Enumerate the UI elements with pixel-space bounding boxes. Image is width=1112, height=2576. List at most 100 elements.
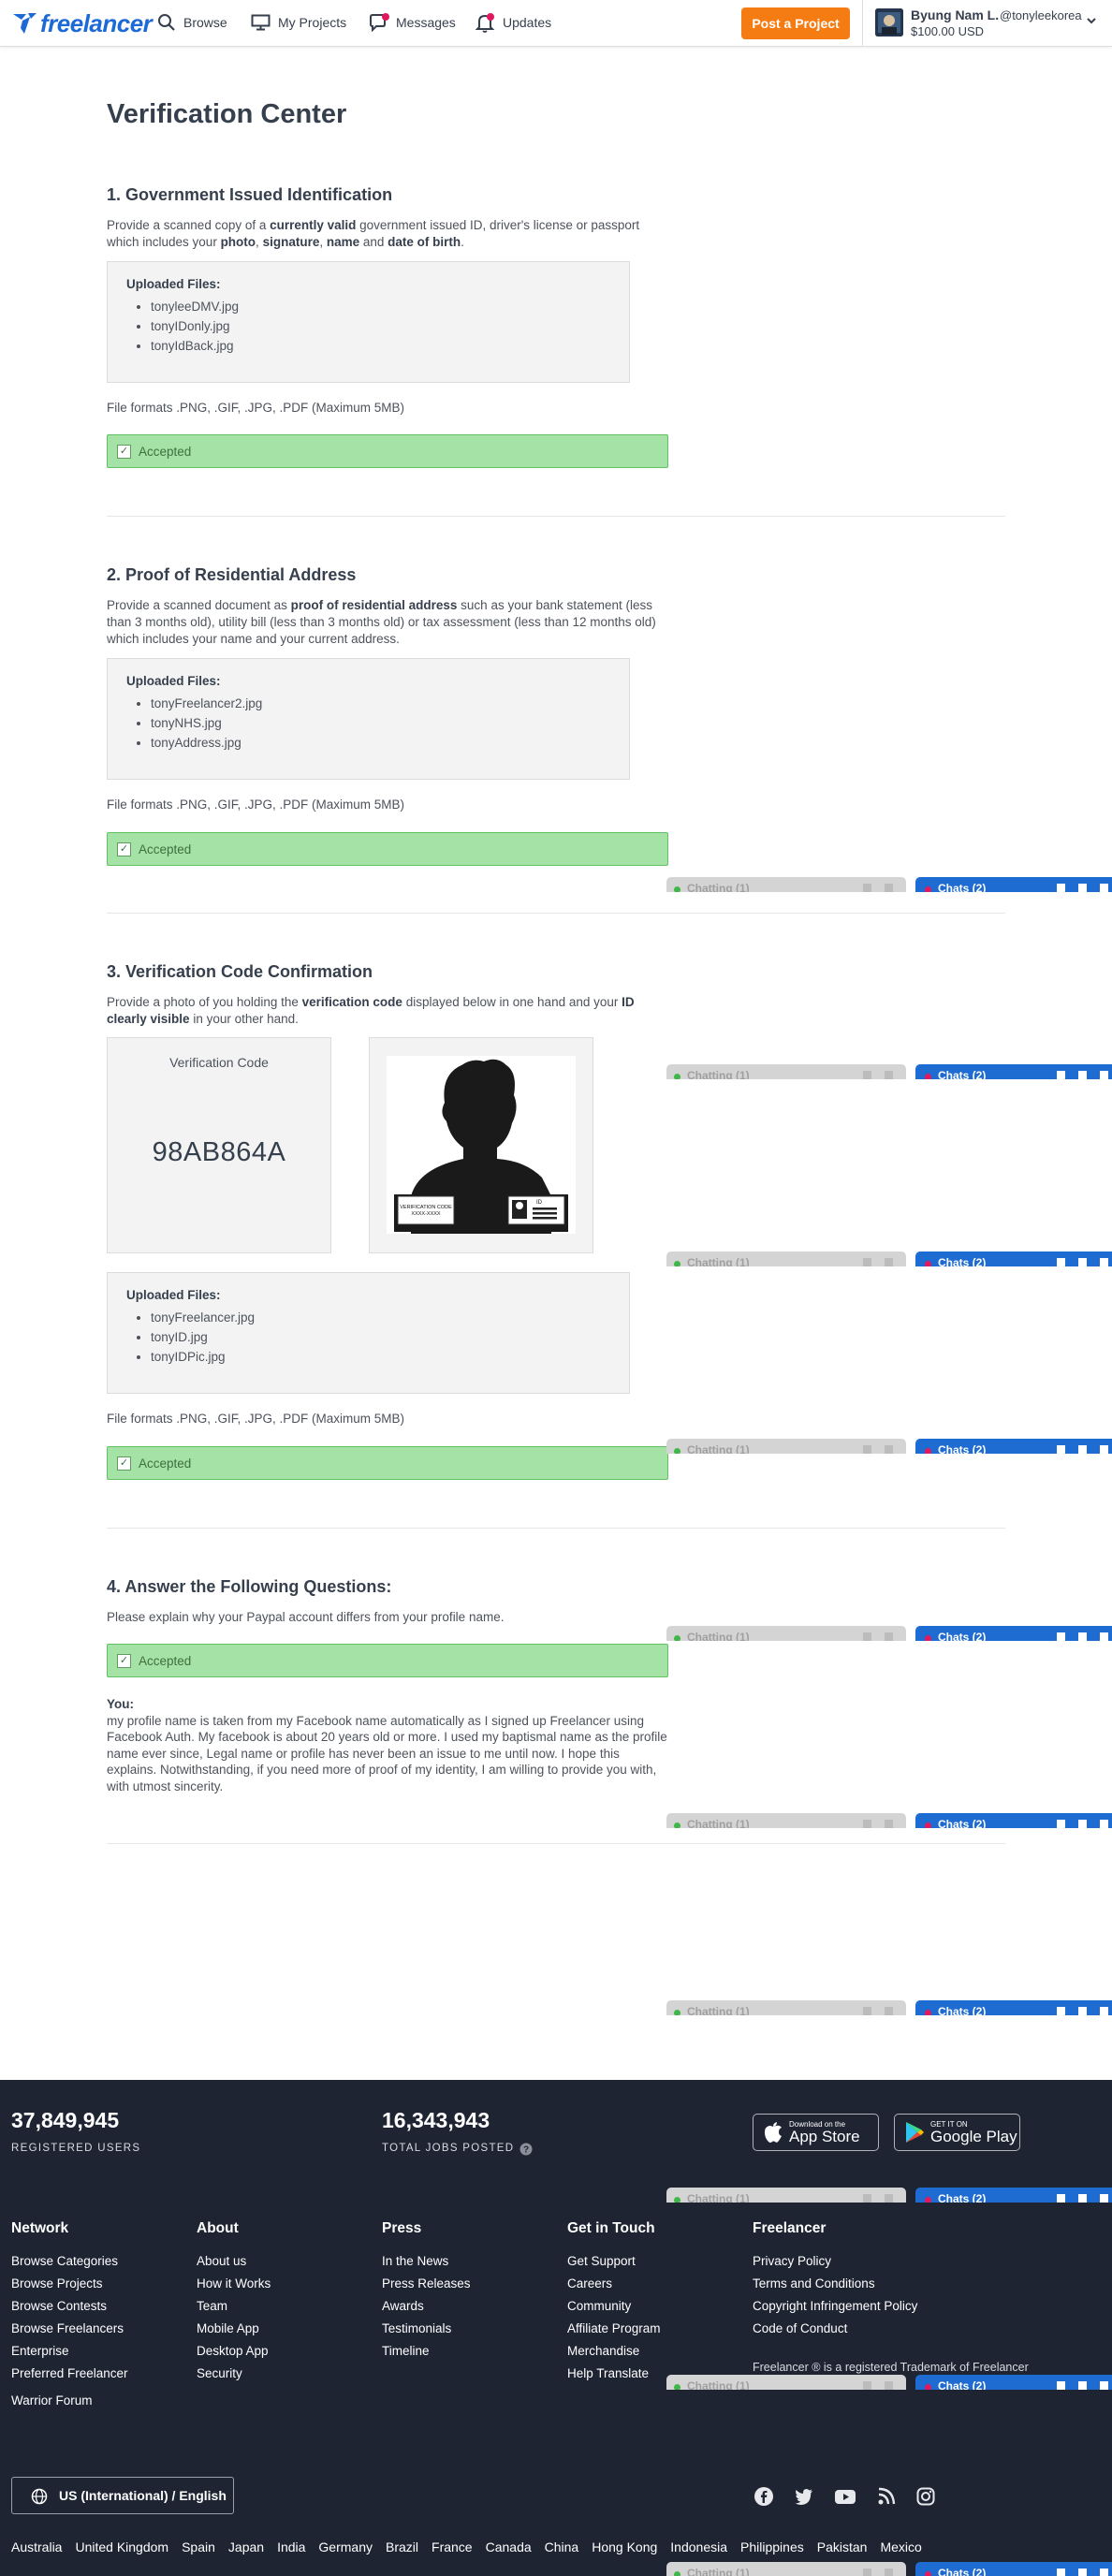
footer-link[interactable]: Warrior Forum	[11, 2393, 128, 2415]
footer-link[interactable]: Mobile App	[197, 2320, 271, 2343]
user-avatar[interactable]	[875, 8, 903, 37]
footer-link[interactable]: Browse Projects	[11, 2276, 128, 2298]
status-badge: ✓ Accepted	[107, 434, 668, 468]
footer-link[interactable]: Community	[567, 2298, 661, 2320]
nav-messages[interactable]: Messages	[369, 0, 456, 45]
user-name[interactable]: Byung Nam L.	[911, 7, 999, 22]
uploaded-file[interactable]: tonyFreelancer2.jpg	[151, 694, 610, 713]
footer-link[interactable]: Code of Conduct	[753, 2320, 917, 2343]
status-badge: ✓ Accepted	[107, 1446, 668, 1480]
section-code-description: Provide a photo of you holding the verif…	[107, 995, 635, 1026]
nav-browse[interactable]: Browse	[157, 0, 227, 45]
country-link[interactable]: Canada	[486, 2539, 532, 2554]
instagram-icon[interactable]	[915, 2486, 936, 2507]
footer-link[interactable]: Terms and Conditions	[753, 2276, 917, 2298]
country-link[interactable]: Philippines	[740, 2539, 804, 2554]
chat-messages-tab[interactable]: Chats (2)	[915, 1439, 1112, 1454]
chat-messages-tab[interactable]: Chats (2)	[915, 2188, 1112, 2203]
country-link[interactable]: Spain	[182, 2539, 215, 2554]
chat-contacts-tab[interactable]: Chatting (1)	[666, 1064, 906, 1079]
country-link[interactable]: Brazil	[386, 2539, 418, 2554]
footer-link[interactable]: Careers	[567, 2276, 661, 2298]
footer-link[interactable]: Press Releases	[382, 2276, 471, 2298]
youtube-icon[interactable]	[834, 2486, 856, 2507]
language-selector[interactable]: US (International) / English	[11, 2477, 234, 2514]
chat-messages-tab[interactable]: Chats (2)	[915, 1626, 1112, 1641]
footer-link[interactable]: Testimonials	[382, 2320, 471, 2343]
chat-contacts-tab[interactable]: Chatting (1)	[666, 2000, 906, 2015]
chat-tabs: Chatting (1) Chats (2)	[666, 877, 1112, 892]
chat-contacts-tab[interactable]: Chatting (1)	[666, 1251, 906, 1266]
uploaded-file[interactable]: tonyIDPic.jpg	[151, 1347, 610, 1367]
rss-icon[interactable]	[876, 2486, 897, 2507]
chevron-down-icon[interactable]	[1086, 15, 1097, 26]
footer-link[interactable]: Browse Contests	[11, 2298, 128, 2320]
freelancer-logo[interactable]: freelancer	[11, 7, 153, 39]
post-project-button[interactable]: Post a Project	[741, 7, 850, 39]
footer-contact-title: Get in Touch	[567, 2220, 655, 2236]
uploaded-file[interactable]: tonyIDonly.jpg	[151, 316, 610, 336]
uploaded-file[interactable]: tonyFreelancer.jpg	[151, 1308, 610, 1327]
chat-messages-tab[interactable]: Chats (2)	[915, 1813, 1112, 1828]
footer-link[interactable]: Get Support	[567, 2253, 661, 2276]
user-handle[interactable]: @tonyleekorea	[1000, 8, 1082, 22]
google-play-button[interactable]: GET IT ON Google Play	[894, 2114, 1020, 2151]
footer-link[interactable]: Affiliate Program	[567, 2320, 661, 2343]
footer-link[interactable]: Preferred Freelancer	[11, 2365, 128, 2388]
footer-link[interactable]: In the News	[382, 2253, 471, 2276]
footer-link[interactable]: Merchandise	[567, 2343, 661, 2365]
country-link[interactable]: Mexico	[880, 2539, 921, 2554]
country-link[interactable]: Japan	[228, 2539, 264, 2554]
country-link[interactable]: Australia	[11, 2539, 62, 2554]
country-link[interactable]: Hong Kong	[592, 2539, 657, 2554]
nav-updates[interactable]: Updates	[476, 0, 551, 45]
user-balance[interactable]: $100.00 USD	[911, 24, 984, 38]
footer-link[interactable]: Awards	[382, 2298, 471, 2320]
chat-contacts-tab[interactable]: Chatting (1)	[666, 877, 906, 892]
uploaded-file[interactable]: tonyNHS.jpg	[151, 713, 610, 733]
chat-messages-tab[interactable]: Chats (2)	[915, 2562, 1112, 2576]
country-link[interactable]: United Kingdom	[75, 2539, 168, 2554]
help-icon[interactable]: ?	[519, 2143, 533, 2156]
nav-my-projects[interactable]: My Projects	[251, 0, 346, 45]
footer-link[interactable]: Enterprise	[11, 2343, 128, 2365]
uploaded-file[interactable]: tonyIdBack.jpg	[151, 336, 610, 356]
footer-link[interactable]: Browse Freelancers	[11, 2320, 128, 2343]
footer-link[interactable]: Team	[197, 2298, 271, 2320]
chat-contacts-tab[interactable]: Chatting (1)	[666, 2188, 906, 2203]
chat-messages-tab[interactable]: Chats (2)	[915, 1251, 1112, 1266]
chat-contacts-tab[interactable]: Chatting (1)	[666, 2562, 906, 2576]
chat-tabs: Chatting (1) Chats (2)	[666, 1813, 1112, 1828]
footer-link[interactable]: Browse Categories	[11, 2253, 128, 2276]
uploaded-file[interactable]: tonyID.jpg	[151, 1327, 610, 1347]
chat-contacts-tab[interactable]: Chatting (1)	[666, 1626, 906, 1641]
country-link[interactable]: Indonesia	[670, 2539, 727, 2554]
chat-messages-tab[interactable]: Chats (2)	[915, 2000, 1112, 2015]
footer-link[interactable]: Security	[197, 2365, 271, 2388]
country-link[interactable]: Germany	[318, 2539, 373, 2554]
chat-contacts-tab[interactable]: Chatting (1)	[666, 1813, 906, 1828]
uploaded-file[interactable]: tonyleeDMV.jpg	[151, 297, 610, 316]
footer-link[interactable]: Help Translate	[567, 2365, 661, 2388]
twitter-icon[interactable]	[794, 2486, 814, 2507]
footer-link[interactable]: About us	[197, 2253, 271, 2276]
uploaded-file[interactable]: tonyAddress.jpg	[151, 733, 610, 753]
footer-link[interactable]: How it Works	[197, 2276, 271, 2298]
footer-link[interactable]: Copyright Infringement Policy	[753, 2298, 917, 2320]
country-link[interactable]: Pakistan	[817, 2539, 868, 2554]
chat-messages-tab[interactable]: Chats (2)	[915, 2375, 1112, 2390]
chat-contacts-tab[interactable]: Chatting (1)	[666, 1439, 906, 1454]
chat-messages-tab[interactable]: Chats (2)	[915, 1064, 1112, 1079]
country-link[interactable]: China	[545, 2539, 579, 2554]
country-link[interactable]: India	[277, 2539, 305, 2554]
country-link[interactable]: France	[432, 2539, 473, 2554]
answer-block: You: my profile name is taken from my Fa…	[107, 1696, 668, 1794]
chat-messages-tab[interactable]: Chats (2)	[915, 877, 1112, 892]
footer-link[interactable]: Timeline	[382, 2343, 471, 2365]
file-formats-note: File formats .PNG, .GIF, .JPG, .PDF (Max…	[107, 401, 405, 415]
chat-contacts-tab[interactable]: Chatting (1)	[666, 2375, 906, 2390]
footer-link[interactable]: Privacy Policy	[753, 2253, 917, 2276]
app-store-button[interactable]: Download on the App Store	[753, 2114, 879, 2151]
footer-link[interactable]: Desktop App	[197, 2343, 271, 2365]
facebook-icon[interactable]	[754, 2486, 774, 2507]
